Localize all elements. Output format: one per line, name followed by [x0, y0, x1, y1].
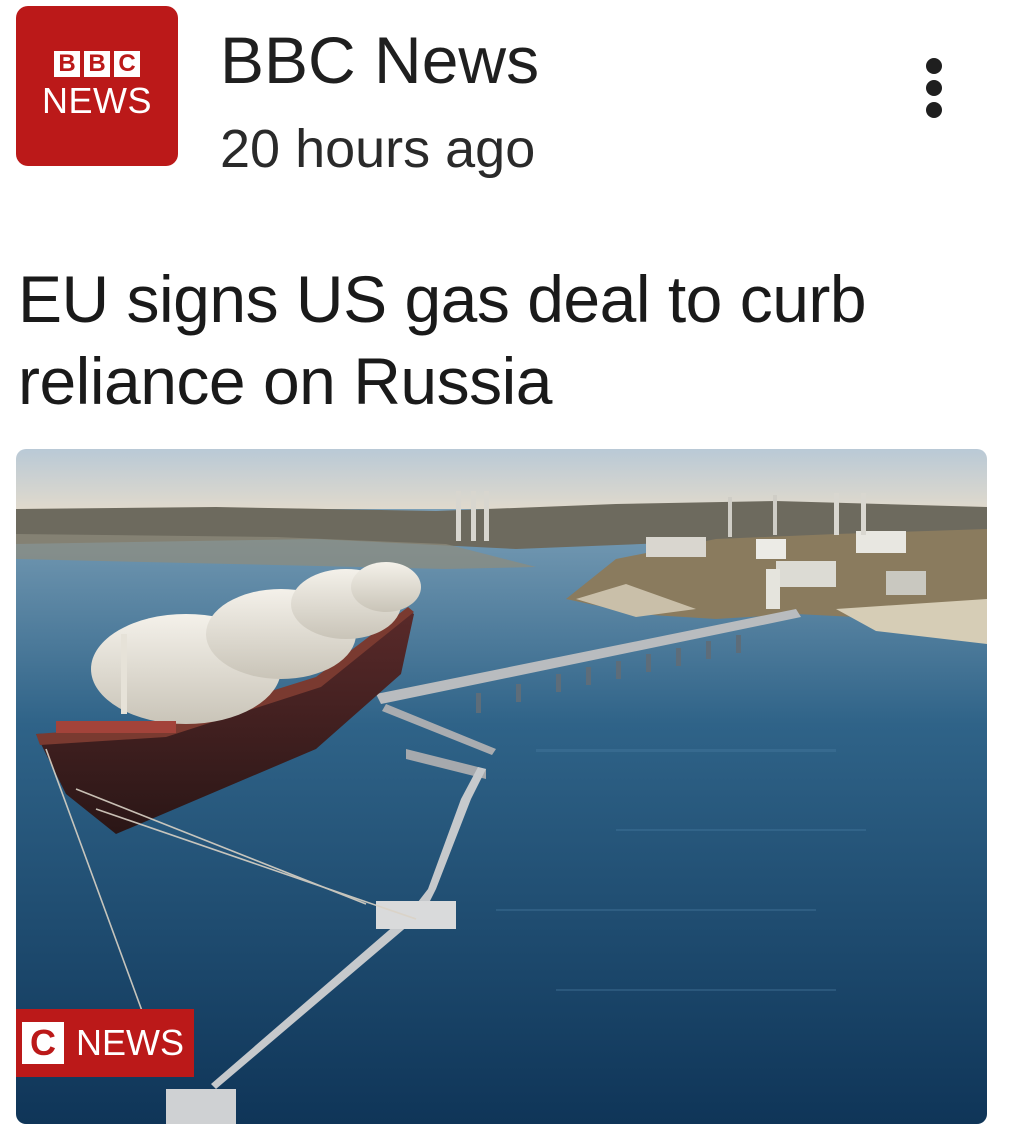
- logo-letter: B: [84, 51, 110, 77]
- more-vert-icon: [926, 58, 942, 74]
- more-options-button[interactable]: [906, 50, 962, 126]
- logo-letter: C: [114, 51, 140, 77]
- timestamp: 20 hours ago: [220, 119, 536, 179]
- watermark-letter: C: [22, 1022, 64, 1064]
- source-name[interactable]: BBC News: [220, 22, 539, 98]
- logo-letter: B: [54, 51, 80, 77]
- logo-letter-blocks: B B C: [54, 51, 140, 77]
- bbc-news-logo[interactable]: B B C NEWS: [16, 6, 178, 166]
- more-vert-icon-dot: [926, 80, 942, 96]
- more-vert-icon-dot: [926, 102, 942, 118]
- article-headline[interactable]: EU signs US gas deal to curb reliance on…: [18, 258, 978, 422]
- article-image[interactable]: C NEWS: [16, 449, 987, 1124]
- watermark-word: NEWS: [76, 1022, 184, 1063]
- bbc-news-watermark: C NEWS: [16, 1009, 194, 1077]
- logo-word: NEWS: [42, 80, 152, 121]
- news-card[interactable]: B B C NEWS BBC News 20 hours ago EU sign…: [0, 0, 1019, 1131]
